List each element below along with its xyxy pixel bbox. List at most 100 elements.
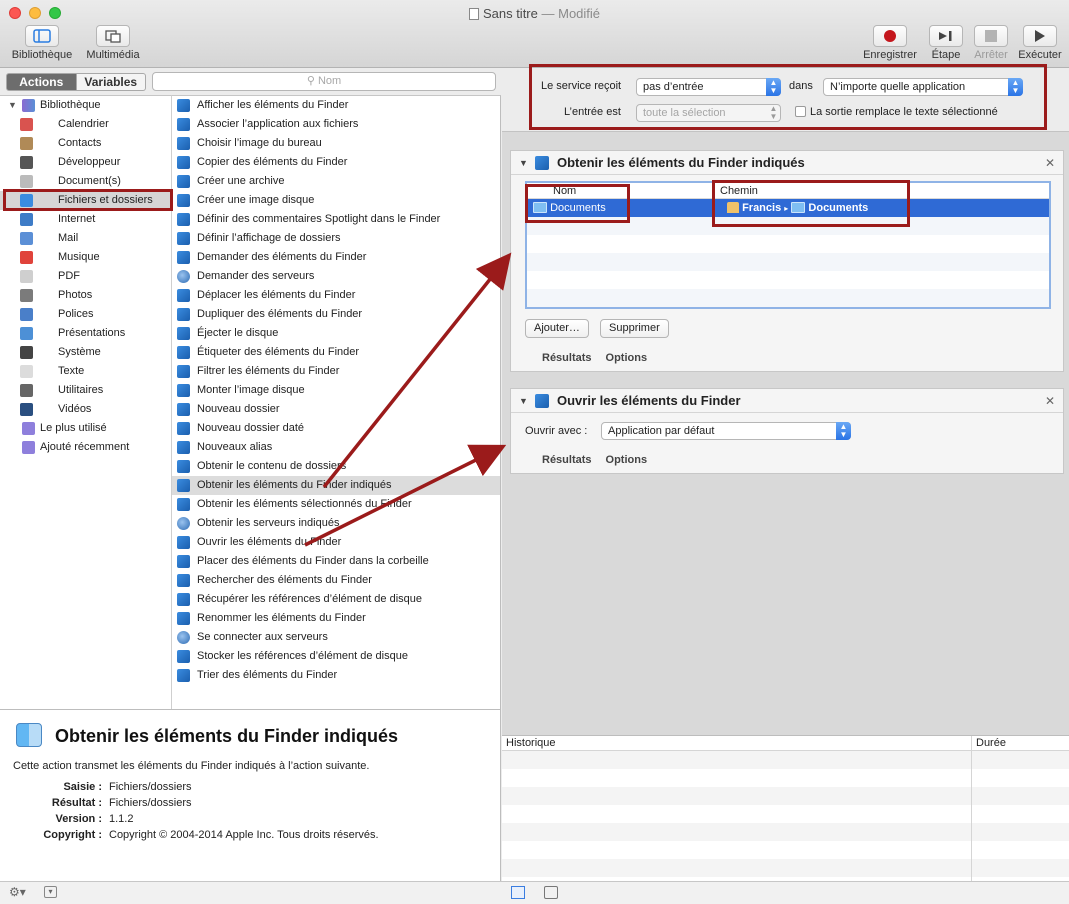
action-item[interactable]: Définir des commentaires Spotlight dans …: [172, 210, 500, 229]
collapse-triangle-icon[interactable]: ▼: [519, 151, 528, 175]
action-item[interactable]: Obtenir le contenu de dossiers: [172, 457, 500, 476]
library-item[interactable]: Utilitaires: [0, 381, 171, 400]
add-button[interactable]: Ajouter…: [525, 319, 589, 338]
remove-action-icon[interactable]: ✕: [1045, 151, 1055, 175]
library-root[interactable]: ▼ Bibliothèque: [0, 96, 171, 115]
action-item[interactable]: Afficher les éléments du Finder: [172, 96, 500, 115]
finder-action-icon: [177, 384, 190, 397]
action-item[interactable]: Obtenir les serveurs indiqués: [172, 514, 500, 533]
replace-selection-checkbox[interactable]: La sortie remplace le texte sélectionné: [795, 106, 998, 118]
step-toolbar-button[interactable]: Étape: [926, 25, 966, 61]
duration-column-header[interactable]: Durée: [976, 736, 1006, 751]
library-item[interactable]: Internet: [0, 210, 171, 229]
path-cell: Francis ▸ Documents: [727, 199, 868, 218]
library-item[interactable]: Document(s): [0, 172, 171, 191]
table-row[interactable]: Documents Francis ▸ Documents: [527, 199, 1049, 217]
actions-tab[interactable]: Actions: [6, 73, 77, 91]
finder-action-icon: [177, 650, 190, 663]
action-item[interactable]: Dupliquer des éléments du Finder: [172, 305, 500, 324]
media-toolbar-button[interactable]: Multimédia: [82, 25, 144, 61]
service-in-label: dans: [789, 80, 813, 92]
finder-action-icon: [535, 156, 549, 170]
action-item[interactable]: Se connecter aux serveurs: [172, 628, 500, 647]
action-item[interactable]: Copier des éléments du Finder: [172, 153, 500, 172]
action-item[interactable]: Choisir l’image du bureau: [172, 134, 500, 153]
service-input-scope-popup[interactable]: toute la sélection ▲ ▼: [636, 104, 781, 122]
action-item[interactable]: Monter l’image disque: [172, 381, 500, 400]
options-tab[interactable]: Options: [606, 454, 648, 466]
library-item[interactable]: PDF: [0, 267, 171, 286]
action-item[interactable]: Obtenir les éléments du Finder indiqués: [172, 476, 500, 495]
record-toolbar-button[interactable]: Enregistrer: [860, 25, 920, 61]
action-item[interactable]: Définir l’affichage de dossiers: [172, 229, 500, 248]
library-item[interactable]: Texte: [0, 362, 171, 381]
action-item[interactable]: Étiqueter des éléments du Finder: [172, 343, 500, 362]
action-item[interactable]: Nouveau dossier: [172, 400, 500, 419]
globe-icon: [177, 631, 190, 644]
history-header: Historique Durée: [502, 736, 1069, 751]
action-item[interactable]: Nouveaux alias: [172, 438, 500, 457]
finder-action-icon: [177, 156, 190, 169]
library-item[interactable]: Polices: [0, 305, 171, 324]
search-placeholder: Nom: [317, 75, 342, 87]
library-item[interactable]: Fichiers et dossiers: [0, 191, 171, 210]
run-toolbar-button[interactable]: Exécuter: [1016, 25, 1064, 61]
remove-button[interactable]: Supprimer: [600, 319, 669, 338]
search-input[interactable]: ⚲ Nom: [152, 72, 496, 91]
toggle-description-icon[interactable]: ▾: [44, 886, 57, 898]
action-item[interactable]: Déplacer les éléments du Finder: [172, 286, 500, 305]
action-item[interactable]: Créer une image disque: [172, 191, 500, 210]
action-item[interactable]: Demander des éléments du Finder: [172, 248, 500, 267]
options-tab[interactable]: Options: [606, 352, 648, 364]
history-column-header[interactable]: Historique: [506, 736, 556, 751]
action-item[interactable]: Stocker les références d’élément de disq…: [172, 647, 500, 666]
popup-arrows-icon: ▲ ▼: [766, 78, 781, 96]
results-tab[interactable]: Résultats: [542, 352, 592, 364]
remove-action-icon[interactable]: ✕: [1045, 389, 1055, 413]
smart-folder-icon: [22, 422, 35, 435]
library-item[interactable]: Vidéos: [0, 400, 171, 419]
action-footer: Résultats Options: [511, 345, 661, 371]
action-item[interactable]: Placer des éléments du Finder dans la co…: [172, 552, 500, 571]
library-item[interactable]: Mail: [0, 229, 171, 248]
action-item[interactable]: Filtrer les éléments du Finder: [172, 362, 500, 381]
gear-icon[interactable]: ⚙▾: [9, 885, 26, 899]
library-item[interactable]: Système: [0, 343, 171, 362]
finder-action-icon: [177, 251, 190, 264]
collapse-triangle-icon[interactable]: ▼: [519, 389, 528, 413]
action-item[interactable]: Obtenir les éléments sélectionnés du Fin…: [172, 495, 500, 514]
action-item[interactable]: Nouveau dossier daté: [172, 419, 500, 438]
action-item[interactable]: Rechercher des éléments du Finder: [172, 571, 500, 590]
variables-view-icon[interactable]: [544, 886, 558, 899]
open-with-popup[interactable]: Application par défaut ▲ ▼: [601, 422, 851, 440]
library-smart-group[interactable]: Ajouté récemment: [0, 438, 171, 457]
library-item[interactable]: Contacts: [0, 134, 171, 153]
finder-action-icon: [177, 479, 190, 492]
action-item[interactable]: Récupérer les références d’élément de di…: [172, 590, 500, 609]
column-name-header[interactable]: Nom: [553, 183, 576, 199]
action-item[interactable]: Trier des éléments du Finder: [172, 666, 500, 685]
service-application-popup[interactable]: N’importe quelle application ▲ ▼: [823, 78, 1023, 96]
action-item[interactable]: Créer une archive: [172, 172, 500, 191]
library-item[interactable]: Calendrier: [0, 115, 171, 134]
action-item[interactable]: Renommer les éléments du Finder: [172, 609, 500, 628]
results-tab[interactable]: Résultats: [542, 454, 592, 466]
service-input-type-popup[interactable]: pas d’entrée ▲ ▼: [636, 78, 781, 96]
library-toolbar-button[interactable]: Bibliothèque: [8, 25, 76, 61]
document-icon: [468, 8, 479, 20]
library-item[interactable]: Photos: [0, 286, 171, 305]
column-path-header[interactable]: Chemin: [720, 183, 758, 199]
library-item[interactable]: Développeur: [0, 153, 171, 172]
library-smart-group[interactable]: Le plus utilisé: [0, 419, 171, 438]
stop-toolbar-button[interactable]: Arrêter: [970, 25, 1012, 61]
action-item[interactable]: Demander des serveurs: [172, 267, 500, 286]
library-item[interactable]: Musique: [0, 248, 171, 267]
action-item[interactable]: Ouvrir les éléments du Finder: [172, 533, 500, 552]
library-item[interactable]: Présentations: [0, 324, 171, 343]
action-item[interactable]: Associer l’application aux fichiers: [172, 115, 500, 134]
action-item[interactable]: Éjecter le disque: [172, 324, 500, 343]
variables-tab[interactable]: Variables: [76, 73, 146, 91]
step-icon: [929, 25, 963, 47]
log-view-icon[interactable]: [511, 886, 525, 899]
disclosure-triangle-icon[interactable]: ▼: [8, 96, 17, 115]
